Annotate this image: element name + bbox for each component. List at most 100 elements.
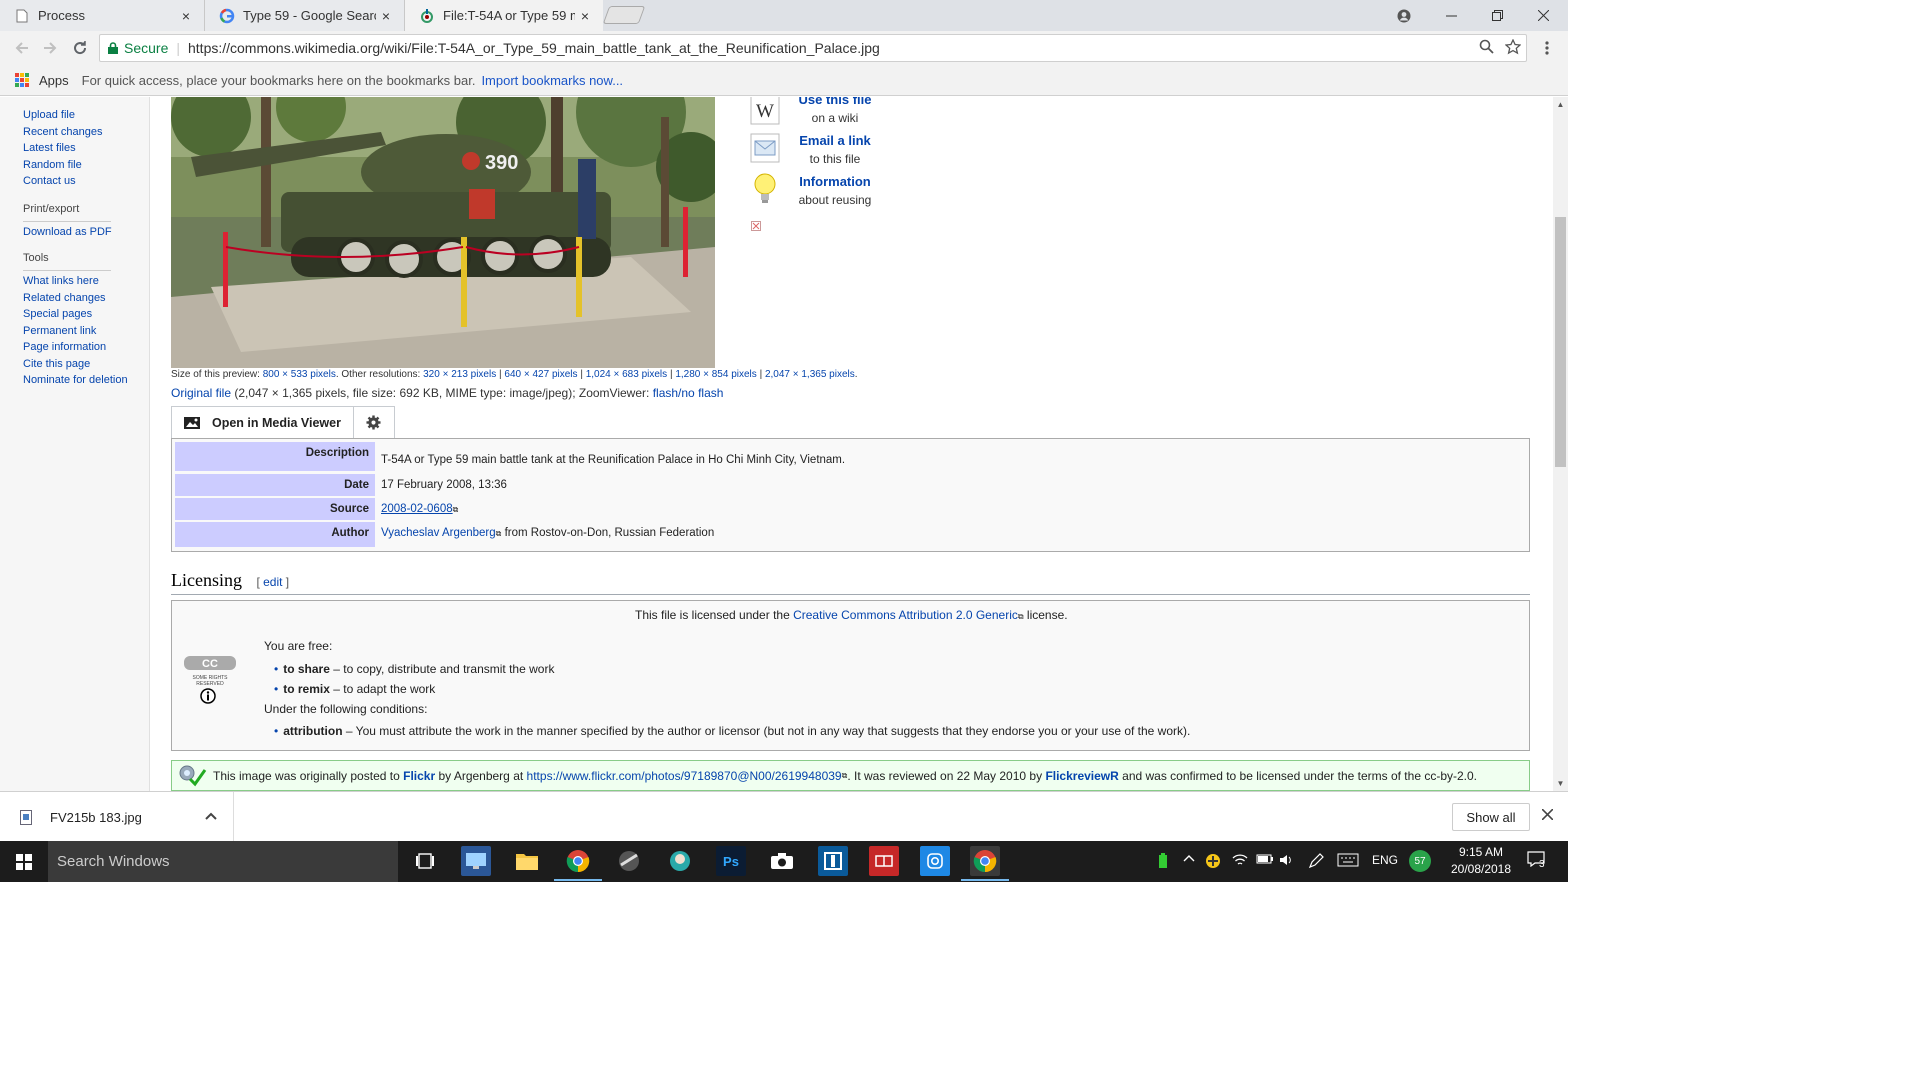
anime-app-icon[interactable]	[665, 846, 695, 876]
resolution-link[interactable]: 320 × 213 pixels	[423, 369, 496, 380]
badge-count[interactable]: 57	[1409, 850, 1431, 872]
svg-text:W: W	[756, 101, 774, 122]
chrome-active-icon[interactable]	[961, 846, 1009, 881]
flickr-link[interactable]: Flickr	[403, 769, 435, 783]
close-tab-icon[interactable]: ×	[376, 8, 396, 24]
flickr-url-link[interactable]: https://www.flickr.com/photos/97189870@N…	[527, 769, 842, 783]
file-preview-image[interactable]: 390	[171, 97, 715, 368]
zoomviewer-link[interactable]: flash/no flash	[653, 386, 724, 400]
chrome-icon[interactable]	[554, 846, 602, 881]
sidebar-item-download-pdf[interactable]: Download as PDF	[23, 224, 112, 241]
camera-icon[interactable]	[767, 846, 797, 876]
new-tab-button[interactable]	[602, 6, 646, 24]
computer-app-icon[interactable]	[461, 846, 491, 876]
sidebar-item-random-file[interactable]: Random file	[23, 157, 103, 174]
license-link[interactable]: Creative Commons Attribution 2.0 Generic	[793, 608, 1018, 622]
clock[interactable]: 9:15 AM 20/08/2018	[1445, 844, 1517, 878]
resolution-link[interactable]: 640 × 427 pixels	[504, 369, 577, 380]
task-view-icon[interactable]	[410, 846, 440, 876]
sidebar-item-permanent-link[interactable]: Permanent link	[23, 323, 128, 340]
game-app-icon[interactable]	[614, 846, 644, 876]
vertical-scrollbar[interactable]: ▲ ▼	[1553, 97, 1568, 791]
minimize-icon[interactable]	[1428, 0, 1474, 31]
language-indicator[interactable]: ENG	[1372, 853, 1398, 867]
sidebar-item-page-information[interactable]: Page information	[23, 339, 128, 356]
profile-icon[interactable]	[1381, 0, 1427, 31]
instagram-icon[interactable]	[920, 846, 950, 876]
sidebar-item-nominate-deletion[interactable]: Nominate for deletion	[23, 372, 128, 389]
close-downloads-icon[interactable]	[1541, 807, 1554, 825]
sidebar-print-export: Print/export Download as PDF	[23, 203, 112, 241]
yellow-tray-icon[interactable]	[1205, 853, 1221, 872]
show-all-button[interactable]: Show all	[1452, 803, 1530, 831]
battery-charge-icon[interactable]	[1158, 853, 1168, 872]
close-tab-icon[interactable]: ×	[575, 8, 595, 24]
windows-taskbar: Search Windows Ps ENG 57 9:15 AM 20/08/2…	[0, 841, 1568, 882]
bookmark-star-icon[interactable]	[1504, 38, 1522, 59]
sidebar-item-related-changes[interactable]: Related changes	[23, 290, 128, 307]
bookmarks-bar: Apps For quick access, place your bookma…	[0, 65, 1568, 96]
other-resolutions-label: . Other resolutions:	[335, 369, 421, 380]
use-this-file-link[interactable]: Use this file	[792, 97, 878, 107]
battery-icon[interactable]	[1256, 853, 1274, 868]
resolution-link[interactable]: 1,024 × 683 pixels	[586, 369, 667, 380]
sidebar-item-contact-us[interactable]: Contact us	[23, 173, 103, 190]
url-text[interactable]: https://commons.wikimedia.org/wiki/File:…	[188, 40, 880, 56]
resolution-link[interactable]: 2,047 × 1,365 pixels	[765, 369, 855, 380]
source-link[interactable]: 2008-02-0608	[381, 503, 453, 515]
open-media-viewer-label: Open in Media Viewer	[212, 415, 341, 430]
volume-icon[interactable]	[1279, 853, 1295, 870]
zoom-icon[interactable]	[1479, 39, 1494, 58]
apps-label[interactable]: Apps	[39, 73, 69, 88]
cc-label: SOME RIGHTS RESERVED	[192, 675, 228, 687]
back-icon[interactable]	[10, 36, 34, 60]
tab-process[interactable]: Process ×	[0, 0, 205, 31]
sidebar-item-what-links-here[interactable]: What links here	[23, 273, 128, 290]
tab-wikimedia-file[interactable]: File:T-54A or Type 59 mai ×	[405, 0, 603, 31]
file-explorer-icon[interactable]	[512, 846, 542, 876]
photoshop-icon[interactable]: Ps	[716, 846, 746, 876]
open-media-viewer-button[interactable]: Open in Media Viewer	[171, 406, 354, 439]
scroll-up-arrow-icon[interactable]: ▲	[1553, 97, 1568, 112]
sidebar-item-cite-this-page[interactable]: Cite this page	[23, 356, 128, 373]
gear-icon[interactable]	[353, 406, 395, 439]
sidebar-item-upload-file[interactable]: Upload file	[23, 107, 103, 124]
start-button[interactable]	[0, 841, 48, 882]
close-window-icon[interactable]	[1520, 0, 1566, 31]
separator: |	[669, 369, 673, 380]
flickreviewr-link[interactable]: FlickreviewR	[1045, 769, 1118, 783]
download-item[interactable]: FV215b 183.jpg	[0, 792, 234, 842]
row-label: Source	[175, 498, 375, 520]
notification-center-icon[interactable]: 3	[1527, 851, 1549, 871]
sidebar-item-special-pages[interactable]: Special pages	[23, 306, 128, 323]
pen-icon[interactable]	[1308, 853, 1324, 872]
resolution-link[interactable]: 1,280 × 854 pixels	[675, 369, 756, 380]
sidebar-item-recent-changes[interactable]: Recent changes	[23, 124, 103, 141]
chevron-up-icon[interactable]	[1183, 853, 1195, 868]
menu-icon[interactable]	[1535, 36, 1559, 60]
sidebar-item-latest-files[interactable]: Latest files	[23, 140, 103, 157]
edit-link[interactable]: edit	[263, 575, 282, 589]
information-link[interactable]: Information	[792, 174, 878, 189]
address-bar[interactable]: Secure | https://commons.wikimedia.org/w…	[99, 34, 1527, 62]
close-tab-icon[interactable]: ×	[176, 8, 196, 24]
email-link[interactable]: Email a link	[792, 133, 878, 148]
wifi-icon[interactable]	[1232, 853, 1248, 870]
import-bookmarks-link[interactable]: Import bookmarks now...	[481, 73, 623, 88]
preview-size-link[interactable]: 800 × 533 pixels	[263, 369, 336, 380]
author-link[interactable]: Vyacheslav Argenberg	[381, 527, 496, 539]
scroll-down-arrow-icon[interactable]: ▼	[1553, 776, 1568, 791]
keyboard-icon[interactable]	[1337, 853, 1359, 870]
taskbar-search-input[interactable]: Search Windows	[48, 841, 398, 882]
reload-icon[interactable]	[68, 36, 92, 60]
edit-section: [ edit ]	[256, 575, 290, 589]
red-app-icon[interactable]	[869, 846, 899, 876]
restore-icon[interactable]	[1474, 0, 1520, 31]
app-icon[interactable]	[818, 846, 848, 876]
tab-google-search[interactable]: Type 59 - Google Search ×	[205, 0, 405, 31]
chevron-up-icon[interactable]	[205, 809, 217, 823]
scroll-thumb[interactable]	[1555, 217, 1566, 467]
original-file-link[interactable]: Original file	[171, 386, 231, 400]
forward-icon[interactable]	[38, 36, 62, 60]
apps-grid-icon[interactable]	[15, 73, 29, 87]
